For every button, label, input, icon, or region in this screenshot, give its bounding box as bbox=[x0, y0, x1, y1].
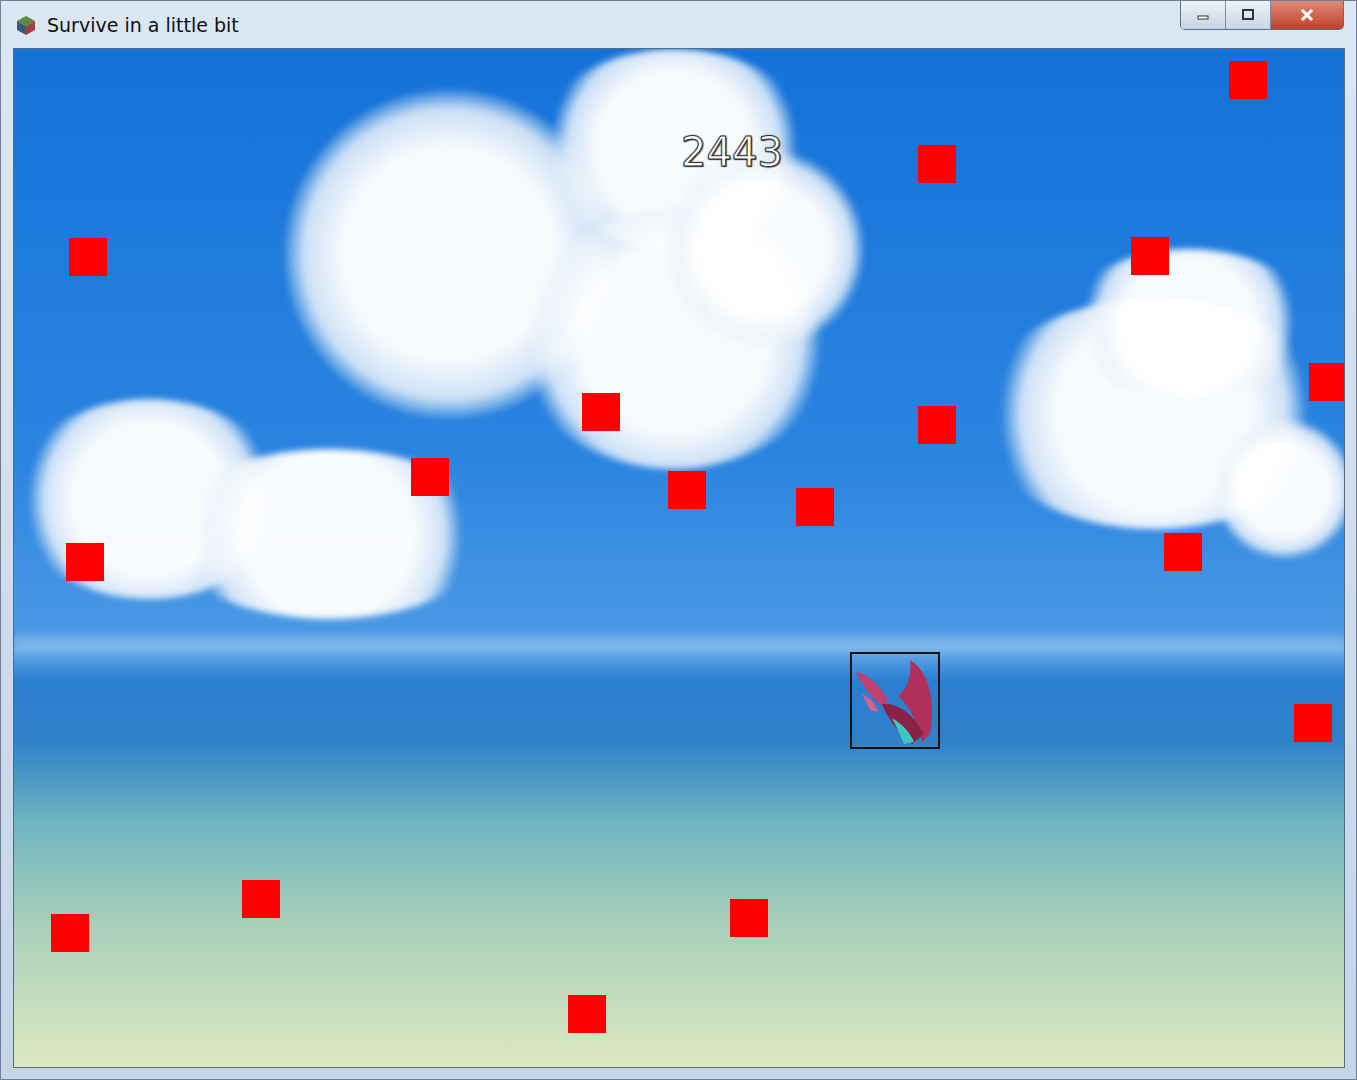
minimize-icon bbox=[1196, 10, 1210, 20]
close-button[interactable] bbox=[1271, 1, 1343, 29]
red-block bbox=[66, 543, 104, 581]
maximize-button[interactable] bbox=[1226, 1, 1271, 29]
red-block bbox=[51, 914, 89, 952]
red-block bbox=[1309, 363, 1345, 401]
red-block bbox=[796, 488, 834, 526]
red-block bbox=[668, 471, 706, 509]
cloud bbox=[664, 149, 864, 349]
red-block bbox=[568, 995, 606, 1033]
red-block bbox=[918, 406, 956, 444]
cloud bbox=[1064, 249, 1314, 399]
game-canvas[interactable]: 2443 bbox=[13, 48, 1345, 1068]
title-bar: Survive in a little bit bbox=[1, 1, 1356, 48]
close-icon bbox=[1299, 8, 1315, 22]
score: 2443 bbox=[664, 127, 800, 177]
game-window: Survive in a little bit 2443 bbox=[0, 0, 1357, 1080]
window-controls bbox=[1180, 1, 1344, 30]
red-block bbox=[1164, 533, 1202, 571]
red-block bbox=[730, 899, 768, 937]
red-block bbox=[411, 458, 449, 496]
player[interactable] bbox=[850, 652, 940, 749]
red-block bbox=[918, 145, 956, 183]
red-block bbox=[1131, 237, 1169, 275]
maximize-icon bbox=[1241, 9, 1255, 21]
red-block bbox=[69, 238, 107, 276]
red-block bbox=[242, 880, 280, 918]
app-icon bbox=[15, 14, 37, 36]
red-block bbox=[582, 393, 620, 431]
red-block bbox=[1229, 61, 1267, 99]
horizon bbox=[14, 637, 1344, 651]
window-title: Survive in a little bit bbox=[47, 14, 239, 36]
cloud bbox=[1214, 419, 1345, 559]
red-block bbox=[1294, 704, 1332, 742]
minimize-button[interactable] bbox=[1181, 1, 1226, 29]
dragon-icon bbox=[852, 654, 938, 747]
